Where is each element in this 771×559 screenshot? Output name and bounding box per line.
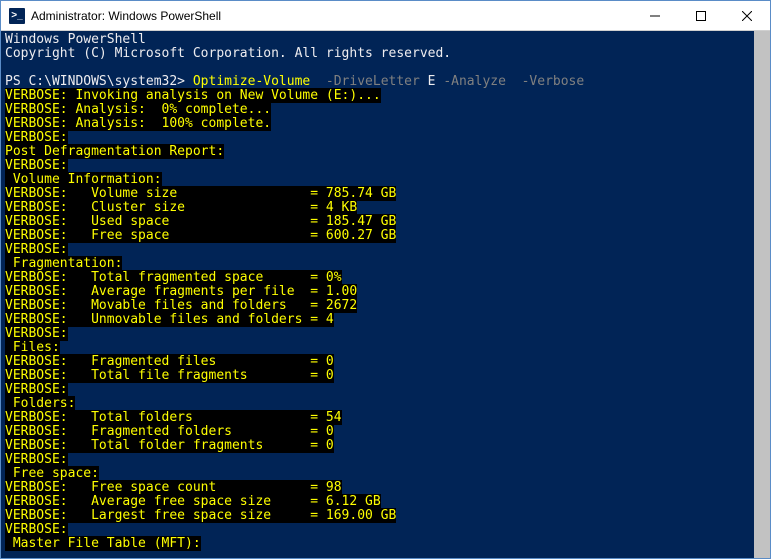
output-line: Master File Table (MFT):	[5, 537, 766, 551]
output-line: VERBOSE:	[5, 131, 766, 145]
close-icon	[742, 11, 752, 21]
output-line: VERBOSE: Free space = 600.27 GB	[5, 229, 766, 243]
minimize-button[interactable]	[632, 1, 678, 30]
output-line: VERBOSE: Analysis: 100% complete.	[5, 117, 766, 131]
output-line: VERBOSE:	[5, 523, 766, 537]
prompt-line: PS C:\WINDOWS\system32> Optimize-Volume …	[5, 75, 766, 89]
output-line: Fragmentation:	[5, 257, 766, 271]
output-line: VERBOSE: Movable files and folders = 267…	[5, 299, 766, 313]
title-area: >_ Administrator: Windows PowerShell	[1, 8, 221, 24]
output-line: VERBOSE: Volume size = 785.74 GB	[5, 187, 766, 201]
output-line: VERBOSE: Used space = 185.47 GB	[5, 215, 766, 229]
output-line: VERBOSE: Largest free space size = 169.0…	[5, 509, 766, 523]
maximize-icon	[696, 11, 706, 21]
output-line: VERBOSE: Total fragmented space = 0%	[5, 271, 766, 285]
minimize-icon	[650, 11, 660, 21]
output-line: VERBOSE: Invoking analysis on New Volume…	[5, 89, 766, 103]
output-line: VERBOSE: Free space count = 98	[5, 481, 766, 495]
output-line: VERBOSE: Total folders = 54	[5, 411, 766, 425]
prompt-path: PS C:\WINDOWS\system32>	[5, 74, 193, 89]
output-line: VERBOSE: Total folder fragments = 0	[5, 439, 766, 453]
window-title: Administrator: Windows PowerShell	[31, 9, 221, 23]
output-line: Post Defragmentation Report:	[5, 145, 766, 159]
powershell-window: >_ Administrator: Windows PowerShell Win…	[0, 0, 771, 559]
output-line: VERBOSE: Average free space size = 6.12 …	[5, 495, 766, 509]
output-line: Free space:	[5, 467, 766, 481]
output-line: VERBOSE:	[5, 159, 766, 173]
output-line: VERBOSE: Unmovable files and folders = 4	[5, 313, 766, 327]
output-line: Folders:	[5, 397, 766, 411]
param-analyze: -Analyze	[443, 74, 506, 89]
header-line: Windows PowerShell	[5, 33, 766, 47]
param-verbose: -Verbose	[522, 74, 585, 89]
output-line: VERBOSE: Analysis: 0% complete...	[5, 103, 766, 117]
window-controls	[632, 1, 770, 30]
blank-line	[5, 61, 766, 75]
output-line: VERBOSE:	[5, 453, 766, 467]
vertical-scrollbar[interactable]	[754, 31, 770, 558]
console-area[interactable]: Windows PowerShell Copyright (C) Microso…	[1, 31, 770, 558]
close-button[interactable]	[724, 1, 770, 30]
title-bar[interactable]: >_ Administrator: Windows PowerShell	[1, 1, 770, 31]
output-line: VERBOSE: Cluster size = 4 KB	[5, 201, 766, 215]
command-name: Optimize-Volume	[193, 74, 310, 89]
output-line: Files:	[5, 341, 766, 355]
output-line: VERBOSE:	[5, 243, 766, 257]
maximize-button[interactable]	[678, 1, 724, 30]
output-line: Volume Information:	[5, 173, 766, 187]
scrollbar-thumb[interactable]	[754, 31, 770, 558]
output-line: VERBOSE:	[5, 327, 766, 341]
output-line: VERBOSE:	[5, 383, 766, 397]
output-line: VERBOSE: Average fragments per file = 1.…	[5, 285, 766, 299]
output-line: VERBOSE: Total file fragments = 0	[5, 369, 766, 383]
output-line: VERBOSE: Fragmented files = 0	[5, 355, 766, 369]
powershell-icon: >_	[9, 8, 25, 24]
copyright-line: Copyright (C) Microsoft Corporation. All…	[5, 47, 766, 61]
output-line: VERBOSE: Fragmented folders = 0	[5, 425, 766, 439]
param-driveletter: -DriveLetter	[326, 74, 420, 89]
